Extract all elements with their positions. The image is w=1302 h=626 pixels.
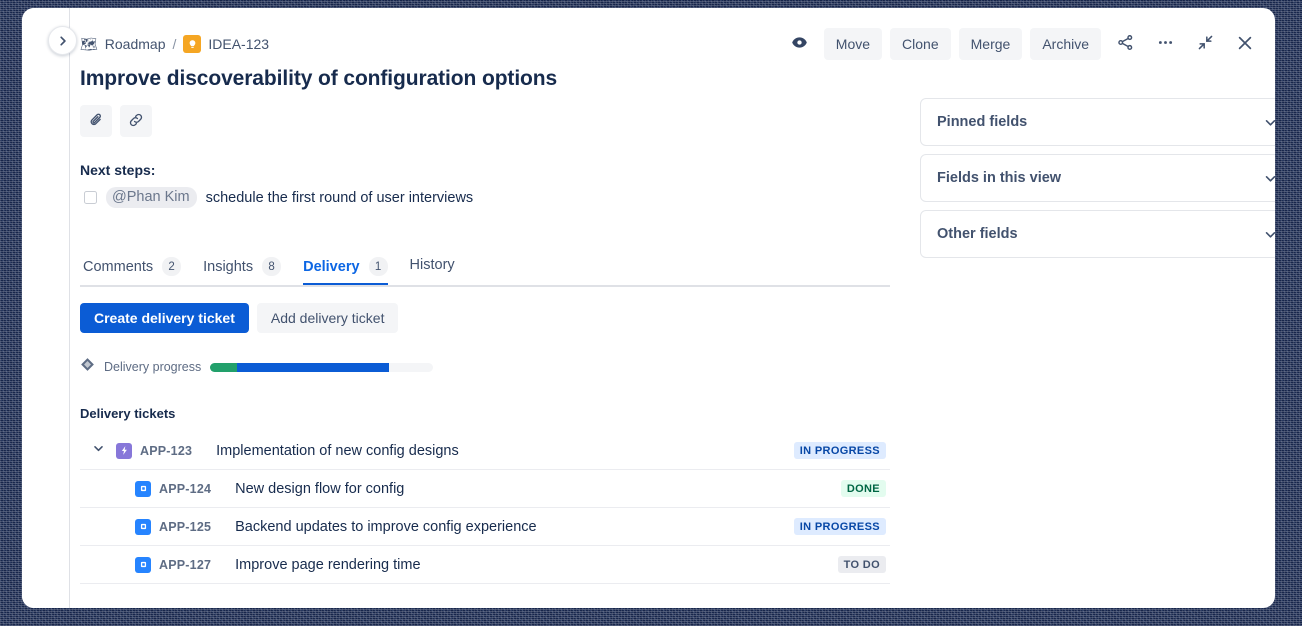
chevron-down-icon [92,442,105,459]
breadcrumb-issue-key[interactable]: IDEA-123 [208,36,269,52]
table-row[interactable]: APP-124 New design flow for config DONE [80,470,890,508]
table-row[interactable]: APP-127 Improve page rendering time TO D… [80,546,890,584]
tab-delivery-label: Delivery [303,259,359,275]
table-row[interactable]: APP-125 Backend updates to improve confi… [80,508,890,546]
paperclip-icon [87,111,105,132]
next-steps-label: Next steps: [80,162,155,178]
more-horizontal-icon [1156,33,1175,55]
move-button[interactable]: Move [824,28,882,60]
story-square-icon [135,519,151,535]
eye-icon [790,33,809,55]
issue-content: 🗺 Roadmap / IDEA-123 [70,8,1275,608]
ticket-summary[interactable]: Improve page rendering time [235,557,420,573]
left-rail [22,8,70,608]
expand-sidebar-button[interactable] [48,26,77,55]
panel-other-fields-title: Other fields [937,226,1018,242]
field-panels: Pinned fields Fields in this view Other … [920,98,1275,266]
merge-button[interactable]: Merge [959,28,1023,60]
breadcrumb: 🗺 Roadmap / IDEA-123 [80,35,269,53]
epic-bolt-icon [116,443,132,459]
status-badge: TO DO [838,556,886,573]
tab-history[interactable]: History [399,257,466,282]
close-button[interactable] [1229,28,1261,60]
table-row[interactable]: APP-123 Implementation of new config des… [80,432,890,470]
breadcrumb-separator: / [172,36,176,52]
panel-pinned-fields-title: Pinned fields [937,114,1027,130]
next-step-task-row: @Phan Kim schedule the first round of us… [84,187,473,208]
story-square-icon [135,557,151,573]
attach-button[interactable] [80,105,112,137]
clone-button[interactable]: Clone [890,28,951,60]
ticket-summary[interactable]: Implementation of new config designs [216,443,459,459]
panel-other-fields[interactable]: Other fields [920,210,1275,258]
tab-delivery[interactable]: Delivery 1 [292,257,398,285]
ticket-key[interactable]: APP-127 [159,558,211,572]
ticket-summary[interactable]: Backend updates to improve config experi… [235,519,536,535]
diamond-icon [80,357,95,377]
delivery-progress: Delivery progress [80,357,433,377]
add-delivery-ticket-button[interactable]: Add delivery ticket [257,303,399,333]
panel-fields-in-this-view-title: Fields in this view [937,170,1061,186]
chevron-down-icon [1263,115,1275,130]
header-toolbar: Move Clone Merge Archive [784,28,1261,60]
delivery-actions: Create delivery ticket Add delivery tick… [80,303,398,333]
status-badge: IN PROGRESS [794,518,886,535]
close-icon [1235,33,1255,56]
expand-epic-chevron[interactable] [80,442,116,459]
progress-segment-done [210,363,237,372]
chevron-down-icon [1263,171,1275,186]
ticket-key[interactable]: APP-124 [159,482,211,496]
tab-insights-label: Insights [203,259,253,275]
ticket-key[interactable]: APP-123 [140,444,192,458]
issue-detail-panel: 🗺 Roadmap / IDEA-123 [22,8,1275,608]
status-badge: DONE [841,480,886,497]
delivery-progress-label: Delivery progress [104,360,201,374]
tab-comments-count: 2 [162,257,181,276]
tab-insights-count: 8 [262,257,281,276]
map-icon: 🗺 [80,37,98,51]
lightbulb-icon [183,35,201,53]
delivery-progress-bar [210,363,433,372]
tab-comments-label: Comments [83,259,153,275]
delivery-tickets-list: APP-123 Implementation of new config des… [80,432,890,584]
story-square-icon [135,481,151,497]
link-icon [127,111,145,132]
create-delivery-ticket-button[interactable]: Create delivery ticket [80,303,249,333]
collapse-button[interactable] [1189,28,1221,60]
tab-delivery-count: 1 [369,257,388,276]
attachment-actions [80,105,152,137]
more-options-button[interactable] [1149,28,1181,60]
page-title: Improve discoverability of configuration… [80,67,557,91]
chevron-down-icon [1263,227,1275,242]
watch-button[interactable] [784,28,816,60]
tab-comments[interactable]: Comments 2 [80,257,192,285]
archive-button[interactable]: Archive [1030,28,1101,60]
ticket-key[interactable]: APP-125 [159,520,211,534]
mention-chip[interactable]: @Phan Kim [106,187,197,208]
share-button[interactable] [1109,28,1141,60]
share-icon [1116,33,1135,55]
tab-history-label: History [410,257,455,273]
header-row: 🗺 Roadmap / IDEA-123 [80,26,1261,62]
status-badge: IN PROGRESS [794,442,886,459]
chevron-right-icon [57,35,69,47]
delivery-tickets-heading: Delivery tickets [80,406,175,421]
task-checkbox[interactable] [84,191,97,204]
link-button[interactable] [120,105,152,137]
collapse-icon [1196,33,1215,55]
progress-segment-in-progress [237,363,389,372]
panel-pinned-fields[interactable]: Pinned fields [920,98,1275,146]
task-text: schedule the first round of user intervi… [206,190,474,206]
tab-bar: Comments 2 Insights 8 Delivery 1 History [80,257,890,287]
tab-insights[interactable]: Insights 8 [192,257,292,285]
panel-fields-in-this-view[interactable]: Fields in this view [920,154,1275,202]
breadcrumb-parent-link[interactable]: Roadmap [105,36,166,52]
ticket-summary[interactable]: New design flow for config [235,481,404,497]
